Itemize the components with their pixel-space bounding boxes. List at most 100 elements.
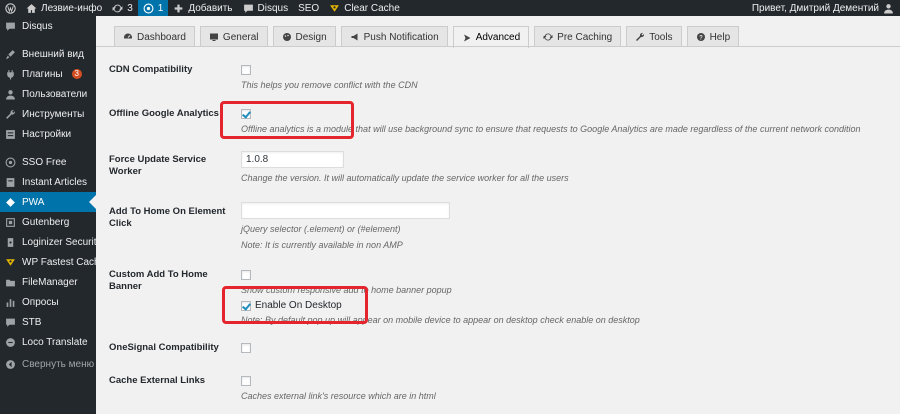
disqus-link[interactable]: Disqus [238, 0, 294, 16]
instant-articles-icon [5, 177, 16, 188]
site-name-link[interactable]: Лезвие-инфо [21, 0, 107, 16]
custom-banner-checkbox[interactable] [241, 270, 251, 281]
admin-menu: Disqus Внешний вид Плагины 3 Пользователи Инс… [0, 16, 96, 374]
sidebar-item-comment[interactable]: Disqus [0, 16, 96, 36]
sidebar-item-label: Инструменты [22, 108, 85, 120]
sidebar-item-sso[interactable]: SSO Free [0, 152, 96, 172]
svg-text:?: ? [699, 35, 703, 41]
onesignal-label: OneSignal Compatibility [109, 342, 219, 353]
clear-cache-link[interactable]: Clear Cache [324, 0, 405, 16]
menu-separator [0, 36, 96, 44]
annotation-highlight [222, 286, 368, 324]
sidebar-item-pwa[interactable]: PWA [0, 192, 96, 212]
seo-label: SEO [298, 2, 320, 14]
updates-icon [112, 3, 123, 14]
greeting: Привет, Дмитрий Дементий [751, 2, 879, 14]
comments-link[interactable]: 1 [137, 0, 169, 16]
sidebar-item-label: Плагины [22, 68, 63, 80]
sidebar-item-loginizer[interactable]: Loginizer Security [0, 232, 96, 252]
add-home-click-label: Add To Home On Element Click [109, 206, 226, 229]
sidebar-item-label: Настройки [22, 128, 72, 140]
tab-tools[interactable]: Tools [626, 26, 682, 47]
tab-label: Dashboard [137, 31, 186, 43]
sidebar-item-gutenberg[interactable]: Gutenberg [0, 212, 96, 232]
main-content: Dashboard General Design Push Notification A… [96, 16, 900, 414]
sidebar-item-brush[interactable]: Внешний вид [0, 44, 96, 64]
add-new-link[interactable]: Добавить [168, 0, 237, 16]
stb-icon [5, 317, 16, 328]
pwa-icon [5, 197, 16, 208]
sidebar-item-label: Loco Translate [22, 336, 88, 348]
tab-label: Help [709, 31, 731, 43]
disqus-label: Disqus [257, 2, 289, 14]
sidebar-item-cheetah[interactable]: WP Fastest Cache [0, 252, 96, 272]
settings-tabs: Dashboard General Design Push Notification A… [114, 26, 740, 48]
sidebar-item-label: FileManager [22, 276, 78, 288]
tab-label: Advanced [475, 32, 521, 43]
current-menu-arrow [89, 195, 96, 209]
tab-push-notification[interactable]: Push Notification [340, 26, 448, 47]
annotation-highlight [220, 101, 354, 139]
my-account-link[interactable]: Привет, Дмитрий Дементий [747, 0, 900, 16]
settings-icon [5, 129, 16, 140]
megaphone-icon [350, 32, 360, 42]
plus-icon [173, 3, 184, 14]
sidebar-item-label: WP Fastest Cache [22, 256, 96, 268]
cdn-compatibility-desc: This helps you remove conflict with the … [241, 80, 418, 90]
tab-label: Pre Caching [557, 31, 613, 43]
collapse-menu-button[interactable]: Свернуть меню [0, 354, 96, 374]
wp-logo-menu[interactable] [0, 0, 21, 16]
tools-icon [635, 32, 645, 42]
general-icon [209, 32, 219, 42]
tab-general[interactable]: General [199, 26, 268, 47]
sidebar-item-label: Gutenberg [22, 216, 70, 228]
tabs-divider [96, 46, 900, 47]
tab-label: Tools [649, 31, 673, 43]
admin-sidebar: Disqus Внешний вид Плагины 3 Пользователи Инс… [0, 16, 96, 414]
sidebar-item-wrench[interactable]: Инструменты [0, 104, 96, 124]
clear-cache-label: Clear Cache [344, 2, 400, 14]
sidebar-item-label: Loginizer Security [22, 236, 96, 248]
sidebar-item-users[interactable]: Пользователи [0, 84, 96, 104]
tab-dashboard[interactable]: Dashboard [114, 26, 195, 47]
cdn-compatibility-checkbox[interactable] [241, 65, 251, 76]
users-icon [5, 89, 16, 100]
sidebar-item-plugin[interactable]: Плагины 3 [0, 64, 96, 84]
pre-caching-icon [543, 32, 553, 42]
force-update-label: Force Update Service Worker [109, 154, 207, 177]
sidebar-item-settings[interactable]: Настройки [0, 124, 96, 144]
help-icon: ? [696, 32, 706, 42]
add-new-label: Добавить [188, 2, 233, 14]
sso-icon [5, 157, 16, 168]
force-update-version-input[interactable] [241, 151, 344, 168]
collapse-icon [5, 359, 16, 370]
comment-icon [243, 3, 254, 14]
tab-advanced[interactable]: Advanced [452, 26, 530, 48]
update-count-badge: 3 [71, 69, 82, 79]
updates-link[interactable]: 3 [107, 0, 138, 16]
cache-external-checkbox[interactable] [241, 376, 251, 387]
sidebar-item-label: Внешний вид [22, 48, 84, 60]
tab-pre-caching[interactable]: Pre Caching [534, 26, 622, 47]
seo-link[interactable]: SEO [293, 0, 324, 16]
wrench-icon [5, 109, 16, 120]
tab-label: Push Notification [363, 31, 439, 43]
sidebar-item-label: PWA [22, 196, 45, 208]
sidebar-item-polls[interactable]: Опросы [0, 292, 96, 312]
updates-count: 3 [127, 2, 133, 14]
sidebar-item-translate[interactable]: Loco Translate [0, 332, 96, 352]
cache-external-desc: Caches external link's resource which ar… [241, 391, 436, 401]
add-home-selector-input[interactable] [241, 202, 450, 219]
sidebar-item-file-manager[interactable]: FileManager [0, 272, 96, 292]
sidebar-item-stb[interactable]: STB [0, 312, 96, 332]
sidebar-item-instant-articles[interactable]: Instant Articles [0, 172, 96, 192]
site-name: Лезвие-инфо [41, 2, 103, 14]
pwa-circle-icon [143, 3, 154, 14]
onesignal-checkbox[interactable] [241, 343, 251, 354]
wordpress-icon [5, 2, 16, 14]
sidebar-item-label: STB [22, 316, 42, 328]
custom-banner-label: Custom Add To Home Banner [109, 269, 208, 292]
brush-icon [5, 49, 16, 60]
tab-help[interactable]: ? Help [686, 26, 740, 47]
tab-design[interactable]: Design [272, 26, 336, 47]
